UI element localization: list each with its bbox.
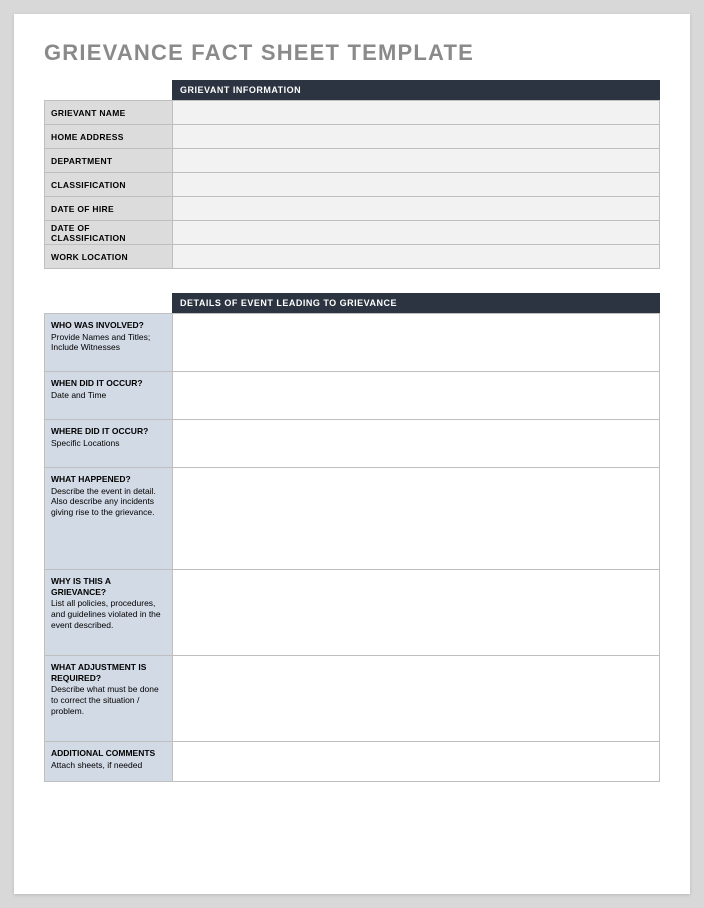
info-label: GRIEVANT NAME — [45, 101, 173, 125]
details-question: WHO WAS INVOLVED? — [51, 320, 166, 331]
info-label: DATE OF HIRE — [45, 197, 173, 221]
header-spacer — [44, 293, 172, 313]
details-question-cell: WHAT HAPPENED?Describe the event in deta… — [45, 468, 173, 570]
details-subtext: Specific Locations — [51, 438, 166, 449]
details-question: WHAT HAPPENED? — [51, 474, 166, 485]
grievant-info-table: GRIEVANT NAMEHOME ADDRESSDEPARTMENTCLASS… — [44, 100, 660, 269]
details-answer[interactable] — [173, 468, 660, 570]
details-question: WHEN DID IT OCCUR? — [51, 378, 166, 389]
details-row: WHO WAS INVOLVED?Provide Names and Title… — [45, 314, 660, 372]
details-question: WHAT ADJUSTMENT IS REQUIRED? — [51, 662, 166, 683]
details-row: WHAT HAPPENED?Describe the event in deta… — [45, 468, 660, 570]
section1-header-row: GRIEVANT INFORMATION — [44, 80, 660, 100]
info-value[interactable] — [173, 245, 660, 269]
section-gap — [44, 269, 660, 287]
info-row: DATE OF HIRE — [45, 197, 660, 221]
details-row: ADDITIONAL COMMENTSAttach sheets, if nee… — [45, 742, 660, 782]
details-question-cell: WHO WAS INVOLVED?Provide Names and Title… — [45, 314, 173, 372]
info-row: DEPARTMENT — [45, 149, 660, 173]
info-label: WORK LOCATION — [45, 245, 173, 269]
details-row: WHEN DID IT OCCUR?Date and Time — [45, 372, 660, 420]
info-value[interactable] — [173, 197, 660, 221]
details-row: WHAT ADJUSTMENT IS REQUIRED?Describe wha… — [45, 656, 660, 742]
details-table: WHO WAS INVOLVED?Provide Names and Title… — [44, 313, 660, 782]
details-subtext: Attach sheets, if needed — [51, 760, 166, 771]
info-label: HOME ADDRESS — [45, 125, 173, 149]
details-subtext: Provide Names and Titles; Include Witnes… — [51, 332, 166, 353]
details-question-cell: ADDITIONAL COMMENTSAttach sheets, if nee… — [45, 742, 173, 782]
details-subtext: List all policies, procedures, and guide… — [51, 598, 166, 630]
info-row: CLASSIFICATION — [45, 173, 660, 197]
info-row: GRIEVANT NAME — [45, 101, 660, 125]
info-value[interactable] — [173, 149, 660, 173]
details-question-cell: WHEN DID IT OCCUR?Date and Time — [45, 372, 173, 420]
header-spacer — [44, 80, 172, 100]
details-answer[interactable] — [173, 314, 660, 372]
info-value[interactable] — [173, 101, 660, 125]
details-subtext: Date and Time — [51, 390, 166, 401]
info-value[interactable] — [173, 173, 660, 197]
details-subtext: Describe what must be done to correct th… — [51, 684, 166, 716]
details-row: WHERE DID IT OCCUR?Specific Locations — [45, 420, 660, 468]
page-title: GRIEVANCE FACT SHEET TEMPLATE — [44, 40, 660, 66]
details-answer[interactable] — [173, 372, 660, 420]
info-value[interactable] — [173, 221, 660, 245]
section1-header: GRIEVANT INFORMATION — [172, 80, 660, 100]
info-label: CLASSIFICATION — [45, 173, 173, 197]
details-answer[interactable] — [173, 742, 660, 782]
info-label: DEPARTMENT — [45, 149, 173, 173]
details-subtext: Describe the event in detail. Also descr… — [51, 486, 166, 518]
info-value[interactable] — [173, 125, 660, 149]
details-question: WHERE DID IT OCCUR? — [51, 426, 166, 437]
info-row: DATE OF CLASSIFICATION — [45, 221, 660, 245]
section2-header-row: DETAILS OF EVENT LEADING TO GRIEVANCE — [44, 293, 660, 313]
info-row: HOME ADDRESS — [45, 125, 660, 149]
details-question: ADDITIONAL COMMENTS — [51, 748, 166, 759]
details-question-cell: WHAT ADJUSTMENT IS REQUIRED?Describe wha… — [45, 656, 173, 742]
details-answer[interactable] — [173, 656, 660, 742]
details-answer[interactable] — [173, 570, 660, 656]
page: GRIEVANCE FACT SHEET TEMPLATE GRIEVANT I… — [14, 14, 690, 894]
info-label: DATE OF CLASSIFICATION — [45, 221, 173, 245]
details-question-cell: WHY IS THIS A GRIEVANCE?List all policie… — [45, 570, 173, 656]
details-question-cell: WHERE DID IT OCCUR?Specific Locations — [45, 420, 173, 468]
info-row: WORK LOCATION — [45, 245, 660, 269]
details-question: WHY IS THIS A GRIEVANCE? — [51, 576, 166, 597]
details-row: WHY IS THIS A GRIEVANCE?List all policie… — [45, 570, 660, 656]
section2-header: DETAILS OF EVENT LEADING TO GRIEVANCE — [172, 293, 660, 313]
details-answer[interactable] — [173, 420, 660, 468]
